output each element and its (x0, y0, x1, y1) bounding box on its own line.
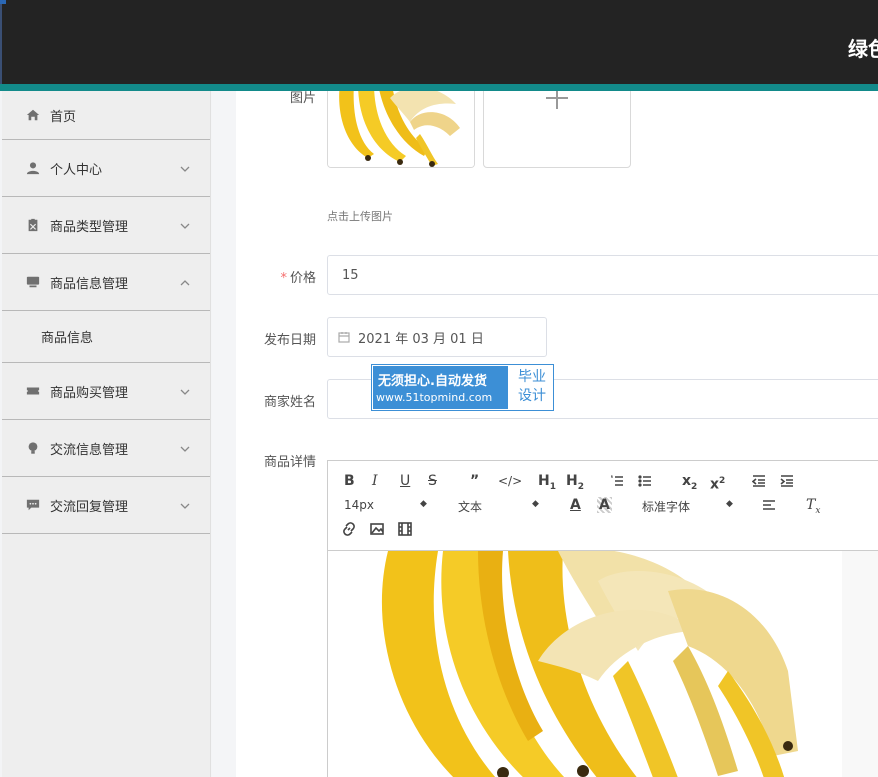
sidebar-item-exchange[interactable]: 交流信息管理 (2, 420, 210, 477)
strike-button[interactable]: S (428, 473, 437, 489)
sidebar-item-reply[interactable]: 交流回复管理 (2, 477, 210, 534)
chevron-up-icon (180, 277, 190, 287)
image-label: 图片 (289, 91, 316, 106)
sidebar-subitem-product-info[interactable]: 商品信息 (2, 311, 210, 363)
rich-text-editor: B I U S ” </> H1 H2 x2 x2 14px ◆ 文本 ◆ A A … (327, 460, 878, 777)
monitor-icon (26, 275, 40, 289)
watermark-right: 毕业 设计 (512, 368, 552, 406)
sidebar-item-category[interactable]: 商品类型管理 (2, 197, 210, 254)
detail-label: 商品详情 (263, 455, 316, 470)
chat-icon (26, 498, 40, 512)
upload-add-button[interactable] (483, 91, 631, 168)
watermark-right2: 设计 (518, 388, 546, 404)
sidebar: 首页 个人中心 商品类型管理 商品信息管理 商品信息 商品购买管理 交流信息管理… (2, 91, 211, 777)
sidebar-item-profile[interactable]: 个人中心 (2, 140, 210, 197)
superscript-button[interactable]: x2 (710, 473, 725, 493)
editor-body[interactable] (328, 551, 878, 777)
app-title: 绿色 (848, 37, 878, 61)
watermark-left: 无须担心.自动发货 www.51topmind.com (373, 366, 508, 409)
code-icon[interactable]: </> (498, 473, 522, 489)
ticket-icon (26, 384, 40, 398)
sidebar-item-product[interactable]: 商品信息管理 (2, 254, 210, 311)
sidebar-item-home[interactable]: 首页 (2, 91, 210, 140)
price-label: * 价格 (236, 267, 316, 286)
required-asterisk: * (280, 271, 287, 286)
font-color-button[interactable]: A (570, 497, 581, 513)
chevron-down-icon (180, 163, 190, 173)
sidebar-item-label: 首页 (50, 109, 77, 125)
clipboard-icon (26, 218, 40, 232)
date-picker[interactable]: 2021 年 03 月 01 日 (327, 317, 547, 357)
bullet-list-icon[interactable] (638, 474, 652, 492)
banana-image (328, 91, 474, 167)
merchant-label: 商家姓名 (263, 395, 316, 410)
outdent-icon[interactable] (751, 474, 766, 492)
text-style-select[interactable]: 文本 ◆ (458, 498, 548, 515)
price-label-text: 价格 (289, 271, 316, 286)
watermark-right1: 毕业 (518, 369, 546, 385)
header2-button[interactable]: H2 (566, 473, 584, 495)
sidebar-item-label: 个人中心 (50, 162, 103, 178)
font-family-value: 标准字体 (642, 500, 691, 514)
watermark-line2: www.51topmind.com (376, 391, 493, 404)
upload-tip: 点击上传图片 (327, 210, 393, 223)
background-color-button[interactable]: A (597, 497, 612, 513)
font-size-value: 14px (344, 498, 374, 512)
user-icon (26, 161, 40, 175)
date-label: 发布日期 (263, 333, 316, 348)
quote-icon[interactable]: ” (470, 473, 479, 489)
sidebar-item-label: 商品类型管理 (50, 219, 129, 235)
select-arrows-icon: ◆ (532, 499, 539, 509)
plus-icon-vertical (556, 91, 558, 109)
main-content: 图片 点击上传图片 * 价格 15 发布日期 2021 年 03 月 01 日 … (212, 91, 878, 777)
form-card: 图片 点击上传图片 * 价格 15 发布日期 2021 年 03 月 01 日 … (236, 91, 878, 777)
window-accent (0, 0, 6, 4)
top-bar: 绿色 (0, 0, 878, 90)
header1-button[interactable]: H1 (538, 473, 556, 495)
ordered-list-icon[interactable] (610, 474, 624, 492)
select-arrows-icon: ◆ (726, 499, 733, 509)
uploaded-image-thumbnail[interactable] (327, 91, 475, 168)
chevron-down-icon (180, 500, 190, 510)
calendar-icon (338, 331, 350, 343)
image-icon[interactable] (370, 522, 384, 540)
banana-detail-image (328, 551, 878, 777)
sidebar-item-purchase[interactable]: 商品购买管理 (2, 363, 210, 420)
sidebar-item-label: 交流信息管理 (50, 442, 129, 458)
chevron-down-icon (180, 386, 190, 396)
text-style-value: 文本 (458, 500, 483, 514)
top-edge (0, 0, 2, 90)
watermark: 无须担心.自动发货 www.51topmind.com 毕业 设计 (371, 364, 554, 411)
subscript-button[interactable]: x2 (682, 473, 697, 495)
align-icon[interactable] (762, 498, 776, 516)
chevron-down-icon (180, 220, 190, 230)
home-icon (26, 108, 40, 122)
font-family-select[interactable]: 标准字体 ◆ (642, 498, 742, 515)
sidebar-item-label: 商品购买管理 (50, 385, 129, 401)
editor-toolbar: B I U S ” </> H1 H2 x2 x2 14px ◆ 文本 ◆ A A … (328, 461, 878, 551)
date-value: 2021 年 03 月 01 日 (358, 331, 484, 347)
header-accent-strip (0, 84, 878, 91)
bold-button[interactable]: B (344, 473, 355, 489)
chevron-down-icon (180, 443, 190, 453)
link-icon[interactable] (342, 522, 356, 540)
price-input[interactable]: 15 (327, 255, 878, 295)
clear-format-button[interactable]: Tx (806, 497, 820, 519)
italic-button[interactable]: I (372, 473, 378, 489)
font-size-select[interactable]: 14px ◆ (344, 498, 434, 512)
video-icon[interactable] (398, 522, 412, 540)
sidebar-item-label: 商品信息管理 (50, 276, 129, 292)
watermark-line1: 无须担心.自动发货 (378, 374, 487, 389)
bulb-icon (26, 441, 40, 455)
sidebar-item-label: 交流回复管理 (50, 499, 129, 515)
select-arrows-icon: ◆ (420, 499, 427, 509)
underline-button[interactable]: U (400, 473, 410, 489)
indent-icon[interactable] (780, 474, 794, 492)
